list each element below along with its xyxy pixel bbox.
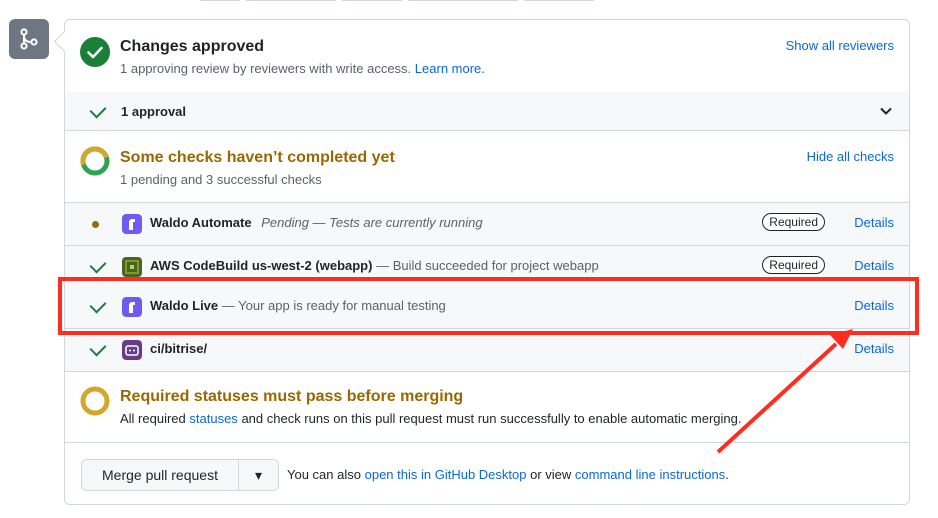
- approval-summary-bar[interactable]: 1 approval: [65, 92, 909, 130]
- approval-count: 1 approval: [121, 104, 187, 119]
- merge-box: Changes approved 1 approving review by r…: [64, 19, 910, 505]
- details-link[interactable]: Details: [854, 298, 894, 313]
- check-row-bitrise: ci/bitrise/ Details: [65, 329, 909, 371]
- required-text-start: All required: [120, 411, 186, 426]
- also-text: You can also: [287, 467, 361, 482]
- check-row-label: ci/bitrise/: [150, 341, 207, 356]
- aws-codebuild-icon: [122, 257, 142, 277]
- approved-subtext: 1 approving review by reviewers with wri…: [120, 61, 485, 76]
- cropped-text-above: [200, 0, 630, 2]
- details-link[interactable]: Details: [854, 341, 894, 356]
- show-all-reviewers-link[interactable]: Show all reviewers: [786, 38, 894, 53]
- git-merge-icon: [9, 19, 49, 59]
- check-name: AWS CodeBuild us-west-2 (webapp): [150, 258, 373, 273]
- chevron-down-icon[interactable]: [880, 107, 892, 115]
- required-title: Required statuses must pass before mergi…: [120, 388, 464, 405]
- required-badge: Required: [762, 256, 825, 274]
- waldo-app-icon: [122, 297, 142, 317]
- hide-all-checks-link[interactable]: Hide all checks: [807, 149, 894, 164]
- check-circle-icon: [80, 37, 110, 67]
- check-row-waldo-automate: Waldo Automate Pending — Tests are curre…: [65, 203, 909, 245]
- bitrise-app-icon: [122, 340, 142, 360]
- waldo-app-icon: [122, 214, 142, 234]
- check-row-waldo-live: Waldo Live — Your app is ready for manua…: [65, 286, 909, 328]
- caret-down-icon: ▾: [254, 466, 263, 483]
- github-desktop-link[interactable]: open this in GitHub Desktop: [365, 467, 527, 482]
- merge-alternatives-text: You can also open this in GitHub Desktop…: [287, 467, 729, 482]
- required-statuses-section: Required statuses must pass before mergi…: [65, 372, 909, 442]
- check-icon: [89, 101, 107, 119]
- check-description: Pending — Tests are currently running: [261, 215, 483, 230]
- dot-circle-icon: [80, 386, 110, 416]
- checks-summary: 1 pending and 3 successful checks: [120, 172, 322, 187]
- check-name: Waldo Automate: [150, 215, 252, 230]
- check-row-label: Waldo Live — Your app is ready for manua…: [150, 298, 446, 313]
- statuses-link[interactable]: statuses: [189, 411, 237, 426]
- details-link[interactable]: Details: [854, 258, 894, 273]
- details-link[interactable]: Details: [854, 215, 894, 230]
- check-name: Waldo Live: [150, 298, 219, 313]
- merge-pull-request-button[interactable]: Merge pull request: [81, 459, 239, 491]
- command-line-instructions-link[interactable]: command line instructions: [575, 467, 725, 482]
- required-text-end: and check runs on this pull request must…: [241, 411, 742, 426]
- required-badge: Required: [762, 213, 825, 231]
- pending-dot-icon: [92, 221, 99, 228]
- approved-desc: 1 approving review by reviewers with wri…: [120, 61, 412, 76]
- check-row-label: Waldo Automate Pending — Tests are curre…: [150, 215, 483, 230]
- required-text: All required statuses and check runs on …: [120, 411, 741, 426]
- check-name: ci/bitrise/: [150, 341, 208, 356]
- check-row-label: AWS CodeBuild us-west-2 (webapp) — Build…: [150, 258, 599, 273]
- learn-more-link[interactable]: Learn more.: [415, 61, 485, 76]
- approved-title: Changes approved: [120, 38, 265, 55]
- check-icon: [89, 339, 107, 357]
- merge-button-group: Merge pull request ▾: [81, 459, 279, 491]
- check-icon: [89, 296, 107, 314]
- check-icon: [89, 256, 107, 274]
- or-view-text: or view: [530, 467, 572, 482]
- checks-section-header: Some checks haven’t completed yet 1 pend…: [65, 131, 909, 202]
- period: .: [725, 467, 729, 482]
- approved-section: Changes approved 1 approving review by r…: [65, 20, 909, 92]
- check-row-aws-codebuild: AWS CodeBuild us-west-2 (webapp) — Build…: [65, 246, 909, 288]
- check-description: — Build succeeded for project webapp: [376, 258, 599, 273]
- checks-title: Some checks haven’t completed yet: [120, 149, 395, 166]
- merge-method-dropdown[interactable]: ▾: [239, 459, 279, 491]
- progress-ring-icon: [80, 146, 110, 176]
- check-description: — Your app is ready for manual testing: [221, 298, 446, 313]
- divider: [65, 442, 909, 443]
